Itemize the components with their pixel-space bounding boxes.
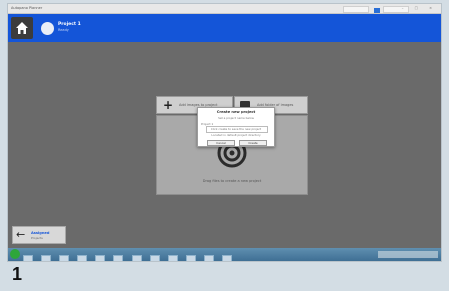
taskbar-app-icon[interactable] — [59, 255, 70, 261]
taskbar-app-icon[interactable] — [167, 255, 178, 261]
back-button[interactable]: ← Assigned Projects — [12, 226, 66, 244]
taskbar-app-icon[interactable] — [113, 255, 124, 261]
taskbar-icons — [23, 250, 235, 261]
back-label: Assigned — [31, 231, 50, 235]
system-tray — [378, 251, 438, 258]
taskbar-app-icon[interactable] — [95, 255, 106, 261]
start-button[interactable] — [10, 249, 20, 259]
taskbar-app-icon[interactable] — [77, 255, 88, 261]
app-screen: Autopano Planner – □ × Project 1 Ready +… — [8, 4, 441, 261]
dialog-instruction: Set a project name below — [218, 116, 254, 120]
project-avatar-icon — [41, 22, 54, 35]
dialog-hint: Click create to save the new project — [210, 127, 262, 131]
dialog-title: Create new project — [216, 110, 256, 114]
back-sublabel: Projects — [31, 236, 43, 240]
create-project-dialog: Create new project Set a project name be… — [197, 107, 275, 147]
taskbar-app-icon[interactable] — [185, 255, 196, 261]
project-status: Ready — [58, 28, 69, 32]
drop-zone-label: Drag files to create a new project — [202, 179, 262, 183]
home-icon — [16, 22, 28, 34]
window-title: Autopano Planner — [11, 6, 43, 10]
step-number: 1 — [12, 264, 23, 284]
taskbar-app-icon[interactable] — [222, 255, 233, 261]
project-info[interactable]: Project 1 Ready — [58, 22, 81, 33]
workspace: + Add images to project Add folder of im… — [8, 42, 441, 222]
taskbar-app-icon[interactable] — [131, 255, 142, 261]
dialog-location: Located in default project directory — [211, 133, 261, 137]
create-button[interactable]: Create — [239, 140, 267, 146]
taskbar-app-icon[interactable] — [203, 255, 214, 261]
window-controls[interactable]: – □ × — [402, 4, 437, 13]
taskbar-app-icon[interactable] — [23, 255, 33, 261]
cancel-button[interactable]: Cancel — [207, 140, 235, 146]
home-button[interactable] — [11, 17, 33, 39]
window-titlebar: Autopano Planner – □ × — [8, 4, 441, 14]
taskbar-app-icon[interactable] — [149, 255, 160, 261]
titlebar-tab[interactable] — [343, 6, 369, 13]
arrow-left-icon: ← — [16, 228, 26, 241]
user-icon — [374, 8, 381, 13]
top-bar: Project 1 Ready — [8, 14, 441, 42]
plus-icon: + — [163, 98, 174, 112]
taskbar-app-icon[interactable] — [41, 255, 52, 261]
os-taskbar — [8, 248, 441, 261]
